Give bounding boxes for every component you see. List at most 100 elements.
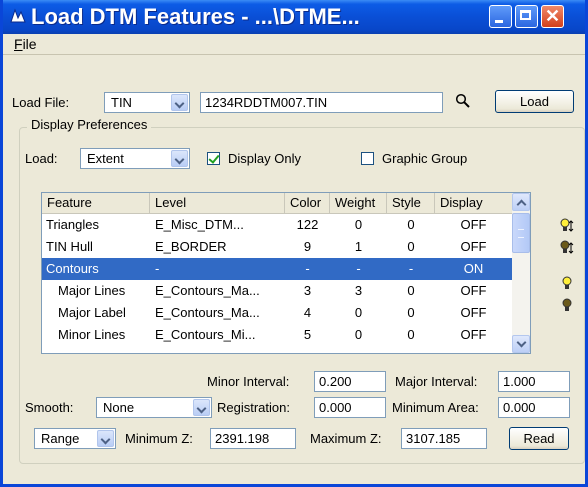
window-title: Load DTM Features - ...\DTME... (31, 4, 360, 29)
load-file-label: Load File: (12, 95, 70, 110)
graphic-group-checkbox[interactable] (361, 152, 374, 165)
range-mode-select[interactable]: Range (34, 428, 116, 449)
cell-style: 0 (407, 217, 415, 232)
cell-weight: 3 (354, 283, 363, 298)
cell-weight: 1 (354, 239, 363, 254)
table-row-selected[interactable]: Contours - - - - ON (42, 258, 512, 280)
cell-display: OFF (460, 217, 487, 232)
cell-display: OFF (460, 327, 487, 342)
title-bar[interactable]: Load DTM Features - ...\DTME... ✕ (3, 0, 585, 34)
chevron-down-icon[interactable] (97, 430, 114, 447)
load-mode-label: Load: (25, 151, 58, 166)
table-header: Feature Level Color Weight Style Display (42, 193, 512, 214)
cell-color: 122 (296, 217, 319, 232)
table-row[interactable]: Major Label E_Contours_Ma... 4 0 0 OFF (42, 302, 512, 324)
menu-bar: File (3, 34, 585, 55)
lightbulb-on-icon[interactable] (559, 276, 575, 292)
smooth-select[interactable]: None (96, 397, 212, 418)
menu-file[interactable]: File (14, 36, 37, 52)
column-header-weight[interactable]: Weight (330, 193, 387, 213)
cell-feature: Minor Lines (58, 327, 126, 342)
read-button[interactable]: Read (509, 427, 569, 450)
minimum-z-input[interactable]: 2391.198 (210, 428, 296, 449)
display-only-label[interactable]: Display Only (228, 151, 301, 166)
maximize-button[interactable] (515, 5, 538, 28)
cell-level: E_Contours_Ma... (155, 283, 260, 298)
scroll-down-button[interactable] (512, 335, 530, 353)
load-button[interactable]: Load (495, 90, 574, 113)
load-dtm-features-window: Load DTM Features - ...\DTME... ✕ File L… (0, 0, 588, 487)
minor-interval-input[interactable]: 0.200 (314, 371, 386, 392)
cell-display: OFF (460, 283, 487, 298)
feature-table: Feature Level Color Weight Style Display… (41, 192, 531, 354)
smooth-label: Smooth: (25, 400, 74, 415)
close-icon: ✕ (544, 6, 561, 26)
app-icon[interactable] (9, 7, 27, 25)
column-header-style[interactable]: Style (387, 193, 435, 213)
major-interval-label: Major Interval: (395, 374, 478, 389)
cell-style: 0 (407, 283, 415, 298)
registration-label: Registration: (217, 400, 290, 415)
cell-weight: 0 (354, 217, 363, 232)
table-row[interactable]: Major Lines E_Contours_Ma... 3 3 0 OFF (42, 280, 512, 302)
cell-color: 5 (303, 327, 312, 342)
cell-weight: 0 (354, 327, 363, 342)
maximum-z-label: Maximum Z: (310, 431, 382, 446)
vertical-scrollbar[interactable] (512, 193, 530, 353)
cell-style: - (408, 261, 414, 276)
cell-color: 9 (303, 239, 312, 254)
minimum-z-label: Minimum Z: (125, 431, 193, 446)
scroll-thumb[interactable] (512, 213, 530, 253)
cell-feature: TIN Hull (46, 239, 93, 254)
lightbulb-off-toggle-icon[interactable] (559, 240, 575, 256)
cell-level: E_BORDER (155, 239, 227, 254)
cell-color: 3 (303, 283, 312, 298)
file-path-input[interactable]: 1234RDDTM007.TIN (200, 92, 443, 113)
lightbulb-on-toggle-icon[interactable] (559, 218, 575, 234)
cell-weight: - (356, 261, 361, 276)
cell-feature: Triangles (46, 217, 99, 232)
cell-feature: Contours (46, 261, 99, 276)
cell-color: - (305, 261, 310, 276)
cell-style: 0 (407, 305, 415, 320)
search-icon[interactable] (455, 93, 471, 109)
maximum-z-input[interactable]: 3107.185 (401, 428, 487, 449)
minimum-area-input[interactable]: 0.000 (498, 397, 570, 418)
lightbulb-off-icon[interactable] (559, 298, 575, 314)
graphic-group-label[interactable]: Graphic Group (382, 151, 467, 166)
table-row[interactable]: Triangles E_Misc_DTM... 122 0 0 OFF (42, 214, 512, 236)
cell-level: E_Contours_Ma... (155, 305, 260, 320)
minimize-button[interactable] (489, 5, 512, 28)
display-preferences-title: Display Preferences (27, 117, 152, 132)
file-type-value: TIN (111, 95, 132, 110)
chevron-down-icon[interactable] (171, 94, 188, 111)
table-row[interactable]: Minor Lines E_Contours_Mi... 5 0 0 OFF (42, 324, 512, 346)
minor-interval-label: Minor Interval: (207, 374, 290, 389)
load-mode-value: Extent (87, 151, 124, 166)
column-header-display[interactable]: Display (435, 193, 512, 213)
column-header-feature[interactable]: Feature (42, 193, 150, 213)
chevron-down-icon[interactable] (171, 150, 188, 167)
chevron-down-icon[interactable] (193, 399, 210, 416)
cell-level: E_Contours_Mi... (155, 327, 256, 342)
column-header-color[interactable]: Color (285, 193, 330, 213)
cell-weight: 0 (354, 305, 363, 320)
cell-style: 0 (407, 239, 415, 254)
cell-style: 0 (407, 327, 415, 342)
range-mode-value: Range (41, 431, 80, 446)
scroll-up-button[interactable] (512, 193, 530, 211)
cell-level: E_Misc_DTM... (155, 217, 244, 232)
file-type-select[interactable]: TIN (104, 92, 190, 113)
table-row[interactable]: TIN Hull E_BORDER 9 1 0 OFF (42, 236, 512, 258)
major-interval-input[interactable]: 1.000 (498, 371, 570, 392)
load-mode-select[interactable]: Extent (80, 148, 190, 169)
minimum-area-label: Minimum Area: (392, 400, 479, 415)
close-button[interactable]: ✕ (541, 5, 564, 28)
display-only-checkbox[interactable] (207, 152, 220, 165)
column-header-level[interactable]: Level (150, 193, 285, 213)
registration-input[interactable]: 0.000 (314, 397, 386, 418)
cell-display: ON (463, 261, 484, 276)
cell-feature: Major Lines (58, 283, 126, 298)
cell-display: OFF (460, 305, 487, 320)
cell-color: 4 (303, 305, 312, 320)
